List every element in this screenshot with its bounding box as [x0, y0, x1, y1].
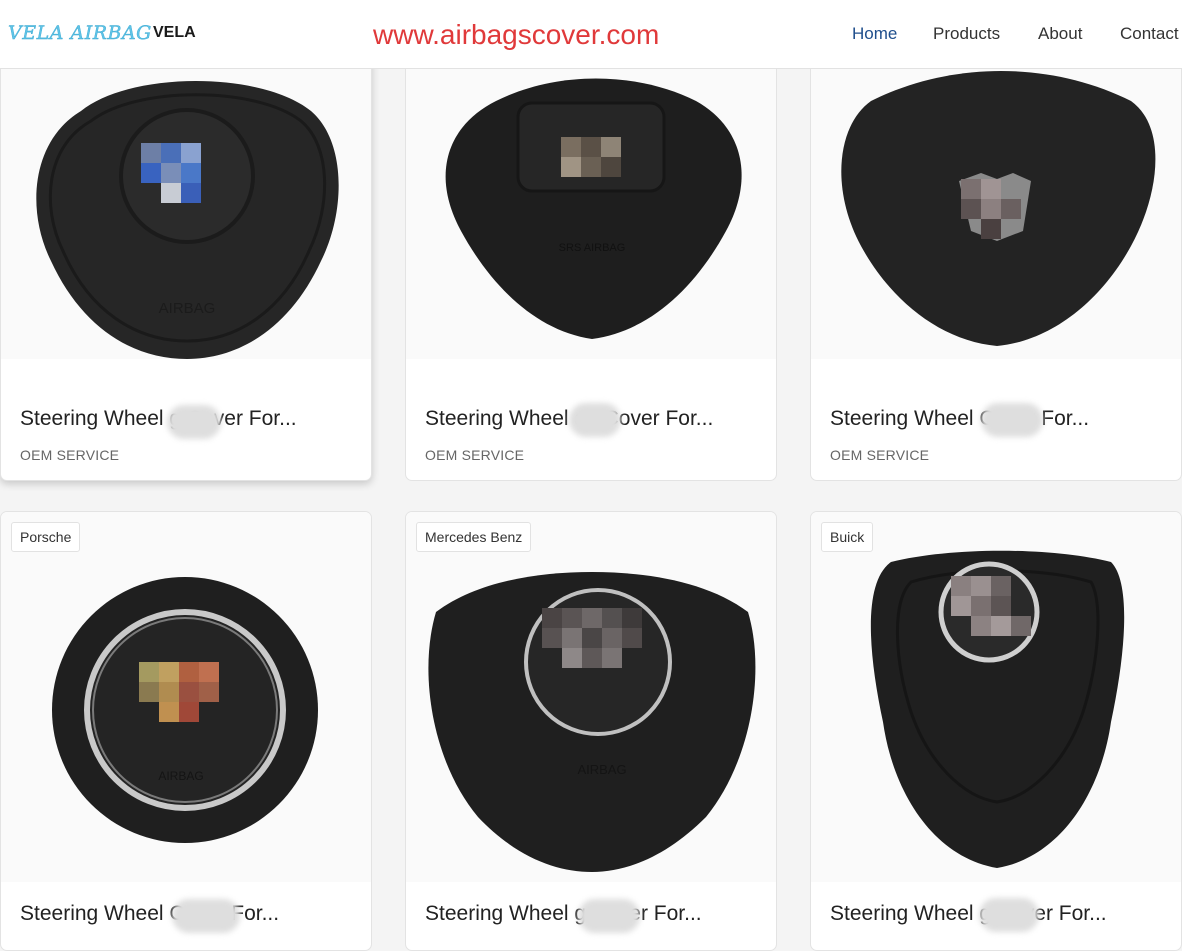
airbag-cover-image[interactable]: AIRBAG [1, 41, 371, 359]
product-card[interactable]: Mercedes Benz AIRBAG Steering Wheel g Co… [405, 511, 777, 951]
product-card[interactable]: AIRBAG Steering Wheel g Cover For... OEM… [0, 40, 372, 481]
product-subtitle: OEM SERVICE [425, 447, 525, 463]
product-title[interactable]: Steering Wheel Cover For... [20, 902, 279, 926]
airbag-cover-image[interactable] [811, 512, 1181, 882]
product-title[interactable]: Steering Wheel Cover For... [830, 407, 1089, 431]
product-title[interactable]: Steering Wheel g Cover For... [20, 407, 297, 431]
airbag-emboss-text: AIRBAG [158, 769, 203, 783]
redacted-text [981, 403, 1043, 437]
airbag-emboss-text: SRS AIRBAG [559, 242, 626, 254]
airbag-cover-image[interactable]: SRS AIRBAG [406, 41, 776, 359]
product-card[interactable]: Steering Wheel Cover For... OEM SERVICE [810, 40, 1182, 481]
product-subtitle: OEM SERVICE [830, 447, 930, 463]
brand-name[interactable]: VELA [153, 24, 196, 42]
product-title[interactable]: Steering Wheel g Cover For... [830, 902, 1107, 926]
airbag-emboss-text: AIRBAG [577, 762, 626, 777]
product-subtitle: OEM SERVICE [20, 447, 120, 463]
top-navigation-bar: VELA AIRBAG VELA www.airbagscover.com Ho… [0, 0, 1182, 69]
brand-badge: Porsche [11, 522, 81, 552]
redacted-text [979, 898, 1039, 932]
product-card[interactable]: Porsche AIRBAG Steering Wheel Cover For.… [0, 511, 372, 951]
redacted-text [167, 405, 221, 439]
vela-airbag-logo[interactable]: VELA AIRBAG [8, 22, 152, 44]
nav-contact[interactable]: Contact [1120, 24, 1179, 44]
airbag-emboss-text: AIRBAG [159, 300, 216, 317]
redacted-text [578, 899, 640, 933]
product-card[interactable]: Buick Steering Wheel g Cover For... [810, 511, 1182, 951]
airbag-cover-image[interactable] [811, 41, 1181, 359]
brand-badge: Buick [821, 522, 874, 552]
redacted-text [172, 899, 240, 933]
brand-badge: Mercedes Benz [416, 522, 532, 552]
nav-about[interactable]: About [1038, 24, 1082, 44]
airbag-cover-image[interactable]: AIRBAG [406, 512, 776, 882]
redacted-text [569, 403, 621, 437]
airbag-cover-image[interactable]: AIRBAG [1, 512, 371, 882]
product-title[interactable]: Steering Wheel g Cover For... [425, 902, 702, 926]
nav-products[interactable]: Products [933, 24, 1000, 44]
product-card[interactable]: SRS AIRBAG Steering Wheel ag Cover For..… [405, 40, 777, 481]
site-url-banner: www.airbagscover.com [373, 19, 660, 50]
nav-home[interactable]: Home [852, 24, 897, 44]
